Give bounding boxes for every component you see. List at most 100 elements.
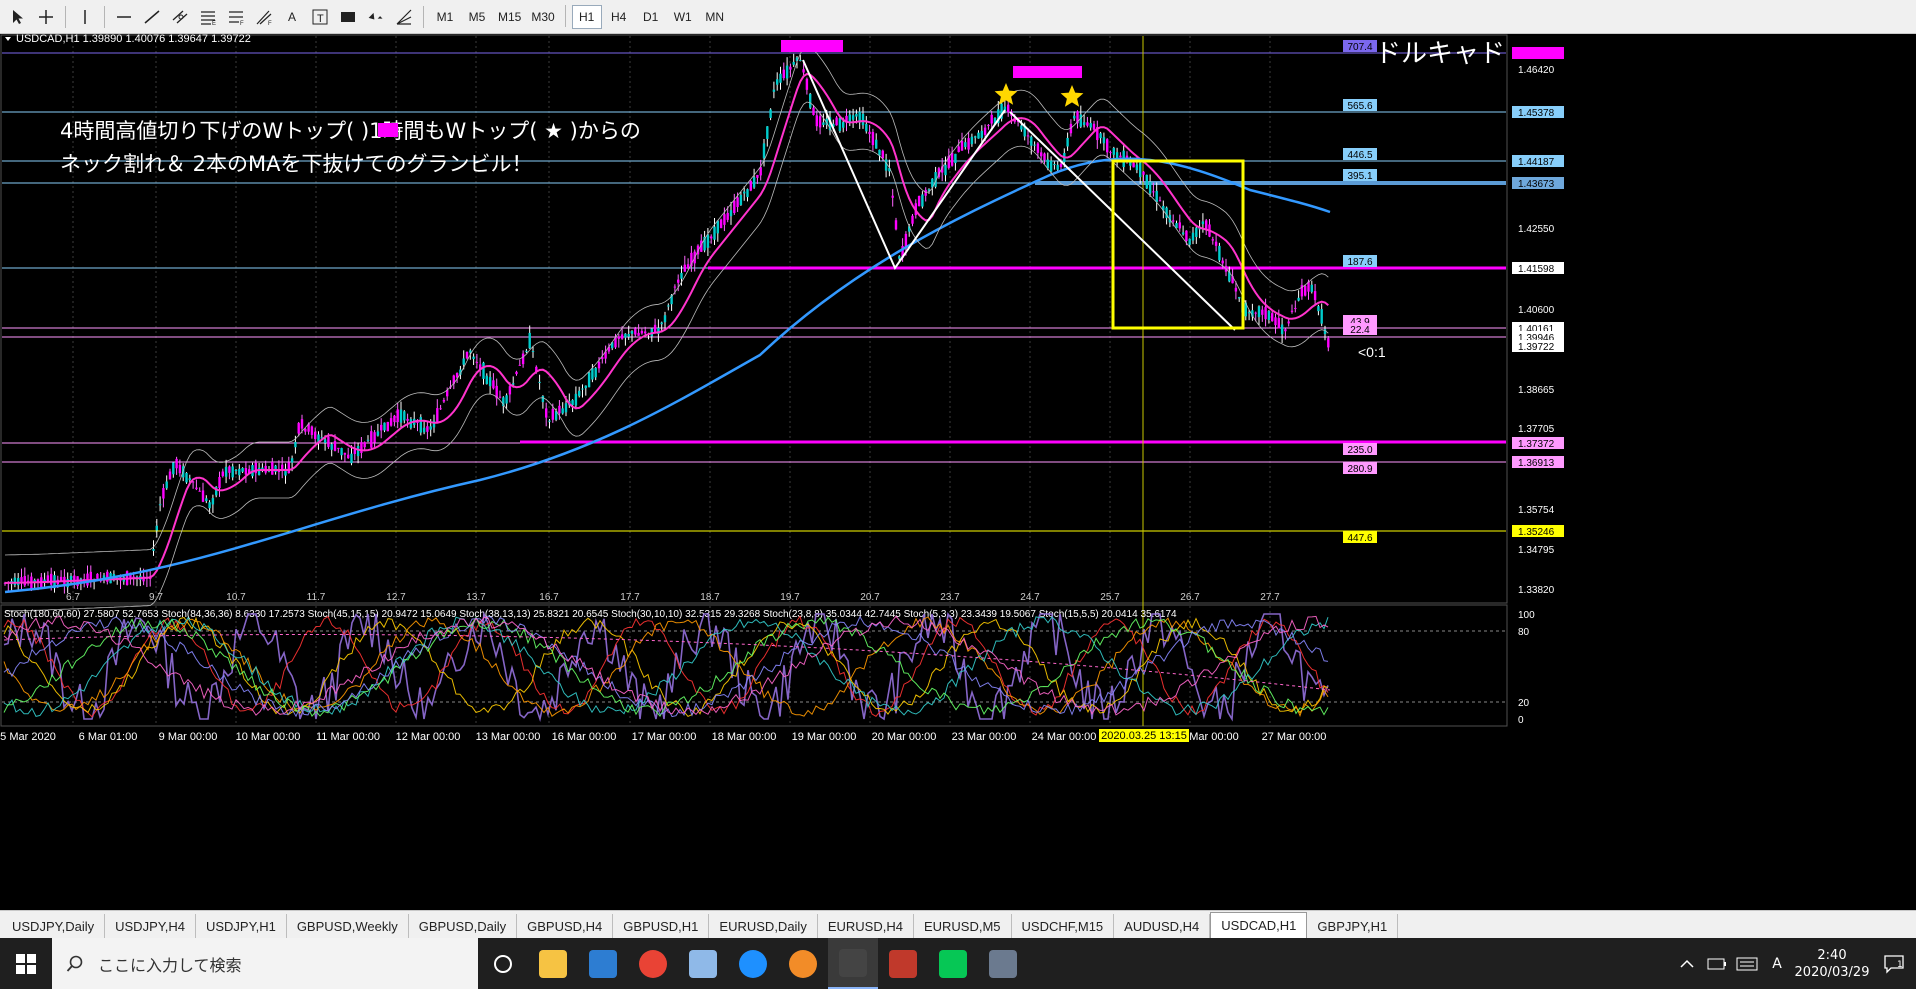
cortana-icon[interactable] <box>478 938 528 989</box>
h4-top-marker[interactable] <box>1013 66 1082 78</box>
star-icon[interactable] <box>1060 85 1084 107</box>
text-label-icon[interactable]: T <box>307 4 333 30</box>
windows-start-icon[interactable] <box>0 938 52 989</box>
timeframe-group: M1 M5 M15 M30 H1 H4 D1 W1 MN <box>429 4 731 29</box>
day-label: 20.7 <box>860 592 880 603</box>
chart-tab[interactable]: USDJPY,H4 <box>105 914 196 938</box>
chart-tab[interactable]: GBPJPY,H1 <box>1307 914 1399 938</box>
h4-top-marker[interactable] <box>781 40 843 52</box>
ime-indicator[interactable]: A <box>1762 956 1792 972</box>
photos-icon[interactable] <box>978 938 1028 989</box>
day-label: 10.7 <box>226 592 246 603</box>
timeframe-m15-button[interactable]: M15 <box>494 5 525 29</box>
day-label: 25.7 <box>1100 592 1120 603</box>
media-icon[interactable] <box>878 938 928 989</box>
date-axis-label: Mar 00:00 <box>1189 731 1239 743</box>
price-axis-label: 1.35754 <box>1518 505 1555 516</box>
vertical-line-icon[interactable] <box>72 4 98 30</box>
day-label: 24.7 <box>1020 592 1040 603</box>
chart-tab[interactable]: EURUSD,Daily <box>709 914 818 938</box>
fibo-fan-icon[interactable]: F <box>223 4 249 30</box>
timeframe-h4-button[interactable]: H4 <box>604 5 634 29</box>
arrows-icon[interactable] <box>363 4 389 30</box>
notepad-icon[interactable] <box>678 938 728 989</box>
notification-center-icon[interactable]: 1 <box>1872 954 1916 974</box>
timeframe-h1-button[interactable]: H1 <box>571 4 602 29</box>
chart-area[interactable]: USDCAD,H1 1.39890 1.40076 1.39647 1.3972… <box>0 34 1916 910</box>
svg-text:1.40600: 1.40600 <box>1518 305 1555 316</box>
timeframe-d1-button[interactable]: D1 <box>636 5 666 29</box>
price-axis-label: 1.40600 <box>1518 305 1555 316</box>
settings-app-icon[interactable] <box>778 938 828 989</box>
channel-icon[interactable] <box>167 4 193 30</box>
chart-tab[interactable]: GBPUSD,Daily <box>409 914 518 938</box>
chart-tab[interactable]: USDCHF,M15 <box>1012 914 1115 938</box>
chart-header: USDCAD,H1 1.39890 1.40076 1.39647 1.3972… <box>16 34 251 45</box>
price-chart[interactable]: USDCAD,H1 1.39890 1.40076 1.39647 1.3972… <box>0 34 1916 910</box>
double-top-pattern[interactable] <box>802 59 1006 271</box>
toolbar-separator <box>65 5 66 28</box>
trendline-icon[interactable] <box>139 4 165 30</box>
date-axis-label: 11 Mar 00:00 <box>316 731 380 743</box>
fibo-channel-icon[interactable]: F <box>251 4 277 30</box>
ie-icon[interactable] <box>728 938 778 989</box>
trend-line-down[interactable] <box>1009 111 1236 331</box>
keyboard-icon[interactable] <box>1732 957 1762 971</box>
chart-tab[interactable]: GBPUSD,Weekly <box>287 914 409 938</box>
file-explorer-icon[interactable] <box>528 938 578 989</box>
chart-tab[interactable]: USDJPY,Daily <box>2 914 106 938</box>
cursor-icon[interactable] <box>5 4 31 30</box>
timeframe-m1-button[interactable]: M1 <box>430 5 460 29</box>
timeframe-m30-button[interactable]: M30 <box>527 5 558 29</box>
chrome-icon[interactable] <box>628 938 678 989</box>
svg-text:1.38665: 1.38665 <box>1518 385 1555 396</box>
indicator-scale-label: 0 <box>1518 715 1524 726</box>
ma-slow-line <box>4 157 1331 594</box>
taskbar-search-input[interactable]: ここに入力して検索 <box>52 938 478 989</box>
price-axis-label: 1.33820 <box>1518 585 1555 596</box>
chart-tab[interactable]: GBPUSD,H1 <box>613 914 710 938</box>
timeframe-m5-button[interactable]: M5 <box>462 5 492 29</box>
svg-text:395.1: 395.1 <box>1347 171 1372 182</box>
taskbar-apps <box>478 938 1028 989</box>
crosshair-icon[interactable] <box>33 4 59 30</box>
battery-icon[interactable] <box>1702 958 1732 970</box>
day-label: 9.7 <box>149 592 163 603</box>
level-distance-label: 187.6 <box>1343 255 1377 268</box>
chart-tab[interactable]: USDJPY,H1 <box>196 914 287 938</box>
system-tray: A 2:40 2020/03/29 1 <box>1672 938 1916 989</box>
day-label: 18.7 <box>700 592 720 603</box>
chart-tab[interactable]: EURUSD,M5 <box>914 914 1012 938</box>
toolbar-separator <box>564 4 566 27</box>
line-icon[interactable] <box>928 938 978 989</box>
date-axis-label: 9 Mar 00:00 <box>159 731 218 743</box>
level-distance-label: 22.4 <box>1343 323 1377 336</box>
day-label: 19.7 <box>780 592 800 603</box>
timeframe-mn-button[interactable]: MN <box>700 5 730 29</box>
xm-icon[interactable] <box>828 938 878 989</box>
date-axis-label: 18 Mar 00:00 <box>712 731 777 743</box>
chart-tab[interactable]: AUDUSD,H4 <box>1114 914 1211 938</box>
svg-text:1.46796: 1.46796 <box>1518 49 1555 60</box>
timeframe-w1-button[interactable]: W1 <box>668 5 698 29</box>
store-icon[interactable] <box>578 938 628 989</box>
horizontal-line-icon[interactable] <box>111 4 137 30</box>
rectangle-icon[interactable] <box>335 4 361 30</box>
chart-tab[interactable]: USDCAD,H1 <box>1210 912 1308 938</box>
chart-tab[interactable]: GBPUSD,H4 <box>517 914 614 938</box>
svg-text:1.37372: 1.37372 <box>1518 439 1555 450</box>
price-axis-label: 1.44187 <box>1512 155 1564 168</box>
chevron-up-icon[interactable] <box>1672 959 1702 969</box>
text-icon[interactable]: A <box>279 4 305 30</box>
taskbar-clock[interactable]: 2:40 2020/03/29 <box>1792 947 1872 981</box>
date-axis-label: 12 Mar 00:00 <box>396 731 461 743</box>
day-label: 16.7 <box>539 592 559 603</box>
fibonacci-icon[interactable]: E <box>195 4 221 30</box>
gann-icon[interactable] <box>391 4 417 30</box>
indicator-scale-label: 80 <box>1518 627 1530 638</box>
annotation-line-2: ネック割れ＆ 2本のMAを下抜けてのグランビル！ <box>60 152 533 176</box>
chart-menu-triangle-icon[interactable] <box>5 37 11 41</box>
svg-text:1.35754: 1.35754 <box>1518 505 1555 516</box>
chart-tab[interactable]: EURUSD,H4 <box>818 914 914 938</box>
highlight-box[interactable] <box>1111 159 1245 330</box>
